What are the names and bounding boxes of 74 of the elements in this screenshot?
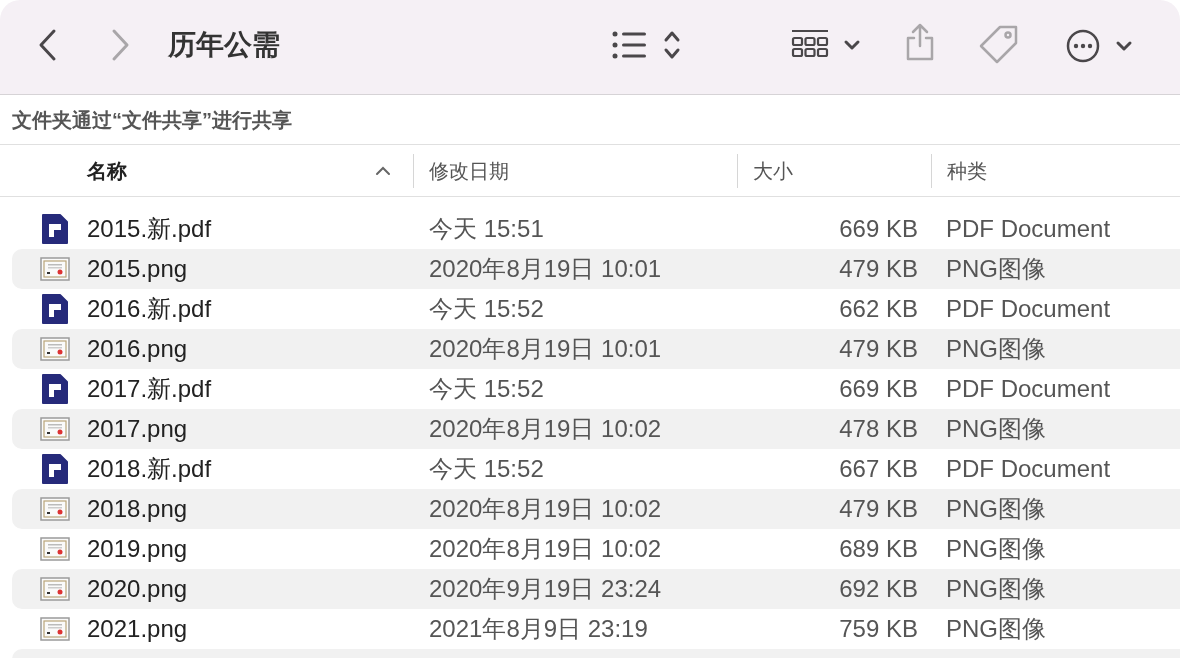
- file-name: 2016.png: [87, 334, 189, 364]
- file-row[interactable]: 2020.png 2020年9月19日 23:24 692 KB PNG图像: [12, 569, 1180, 609]
- modified-date: 2020年8月19日 10:01: [429, 334, 663, 364]
- image-file-icon: [39, 417, 70, 441]
- modified-date: 2020年8月19日 10:01: [429, 254, 663, 284]
- file-row[interactable]: 2015.png 2020年8月19日 10:01 479 KB PNG图像: [12, 249, 1180, 289]
- file-size: 759 KB: [838, 614, 918, 644]
- modified-date: 2020年8月19日 10:02: [429, 494, 663, 524]
- modified-date: 今天 15:52: [429, 454, 545, 484]
- file-kind: PNG图像: [945, 334, 1046, 364]
- file-name: 2019.png: [87, 534, 189, 564]
- column-header[interactable]: 修改日期: [413, 153, 737, 188]
- file-row[interactable]: 2017.新.pdf 今天 15:52 669 KB PDF Document: [12, 369, 1180, 409]
- image-file-icon: [39, 337, 70, 361]
- pdf-file-icon: [40, 373, 69, 405]
- file-row[interactable]: 2018.新.pdf 今天 15:52 667 KB PDF Document: [12, 449, 1180, 489]
- file-row[interactable]: 2016.新.pdf 今天 15:52 662 KB PDF Document: [12, 289, 1180, 329]
- file-size: 689 KB: [838, 534, 918, 564]
- file-kind: PNG图像: [945, 574, 1046, 604]
- modified-date: 今天 15:52: [429, 374, 545, 404]
- file-size: 692 KB: [838, 574, 918, 604]
- file-size: 662 KB: [838, 294, 918, 324]
- column-header[interactable]: 种类: [931, 153, 1180, 188]
- file-kind: PDF Document: [945, 454, 1111, 484]
- file-kind: PNG图像: [945, 254, 1046, 284]
- pdf-file-icon: [40, 453, 69, 485]
- file-size: 478 KB: [838, 414, 918, 444]
- file-size: 479 KB: [838, 334, 918, 364]
- file-name: 2015.新.pdf: [87, 214, 213, 244]
- file-row[interactable]: 2018.png 2020年8月19日 10:02 479 KB PNG图像: [12, 489, 1180, 529]
- folder-title: 历年公需: [168, 28, 280, 62]
- file-kind: PDF Document: [945, 214, 1111, 244]
- file-name: 2018.png: [87, 494, 189, 524]
- modified-date: 2020年8月19日 10:02: [429, 414, 663, 444]
- file-row[interactable]: 2016.png 2020年8月19日 10:01 479 KB PNG图像: [12, 329, 1180, 369]
- file-kind: PDF Document: [945, 294, 1111, 324]
- modified-date: 2020年9月19日 23:24: [429, 574, 663, 604]
- file-size: 667 KB: [838, 454, 918, 484]
- file-kind: PDF Document: [945, 374, 1111, 404]
- file-kind: PNG图像: [945, 494, 1046, 524]
- file-name: 2018.新.pdf: [87, 454, 213, 484]
- file-name: 2021.png: [87, 614, 189, 644]
- image-file-icon: [39, 537, 70, 561]
- file-name: 2017.新.pdf: [87, 374, 213, 404]
- pdf-file-icon: [40, 293, 69, 325]
- image-file-icon: [39, 617, 70, 641]
- sharing-status-text: 文件夹通过“文件共享”进行共享: [12, 107, 292, 133]
- image-file-icon: [39, 577, 70, 601]
- image-file-icon: [39, 497, 70, 521]
- modified-date: 2020年8月19日 10:02: [429, 534, 663, 564]
- file-row[interactable]: 2019.png 2020年8月19日 10:02 689 KB PNG图像: [12, 529, 1180, 569]
- file-size: 479 KB: [838, 254, 918, 284]
- modified-date: 2021年8月9日 23:19: [429, 614, 649, 644]
- sort-caret-icon: [375, 165, 391, 176]
- file-name: 2020.png: [87, 574, 189, 604]
- image-file-icon: [39, 257, 70, 281]
- modified-date: 今天 15:51: [429, 214, 545, 244]
- modified-date: 今天 15:52: [429, 294, 545, 324]
- pdf-file-icon: [40, 213, 69, 245]
- file-size: 669 KB: [838, 374, 918, 404]
- column-header[interactable]: 大小: [737, 153, 931, 188]
- file-row[interactable]: 2015.新.pdf 今天 15:51 669 KB PDF Document: [12, 209, 1180, 249]
- file-name: 2015.png: [87, 254, 189, 284]
- file-kind: PNG图像: [945, 414, 1046, 444]
- file-kind: PNG图像: [945, 614, 1046, 644]
- file-name: 2017.png: [87, 414, 189, 444]
- file-name: 2016.新.pdf: [87, 294, 213, 324]
- column-header[interactable]: 名称: [0, 153, 413, 188]
- file-kind: PNG图像: [945, 534, 1046, 564]
- tag-icon: [978, 24, 1020, 66]
- file-row[interactable]: 2017.png 2020年8月19日 10:02 478 KB PNG图像: [12, 409, 1180, 449]
- file-size: 669 KB: [838, 214, 918, 244]
- file-size: 479 KB: [838, 494, 918, 524]
- file-row[interactable]: 2021.png 2021年8月9日 23:19 759 KB PNG图像: [12, 609, 1180, 649]
